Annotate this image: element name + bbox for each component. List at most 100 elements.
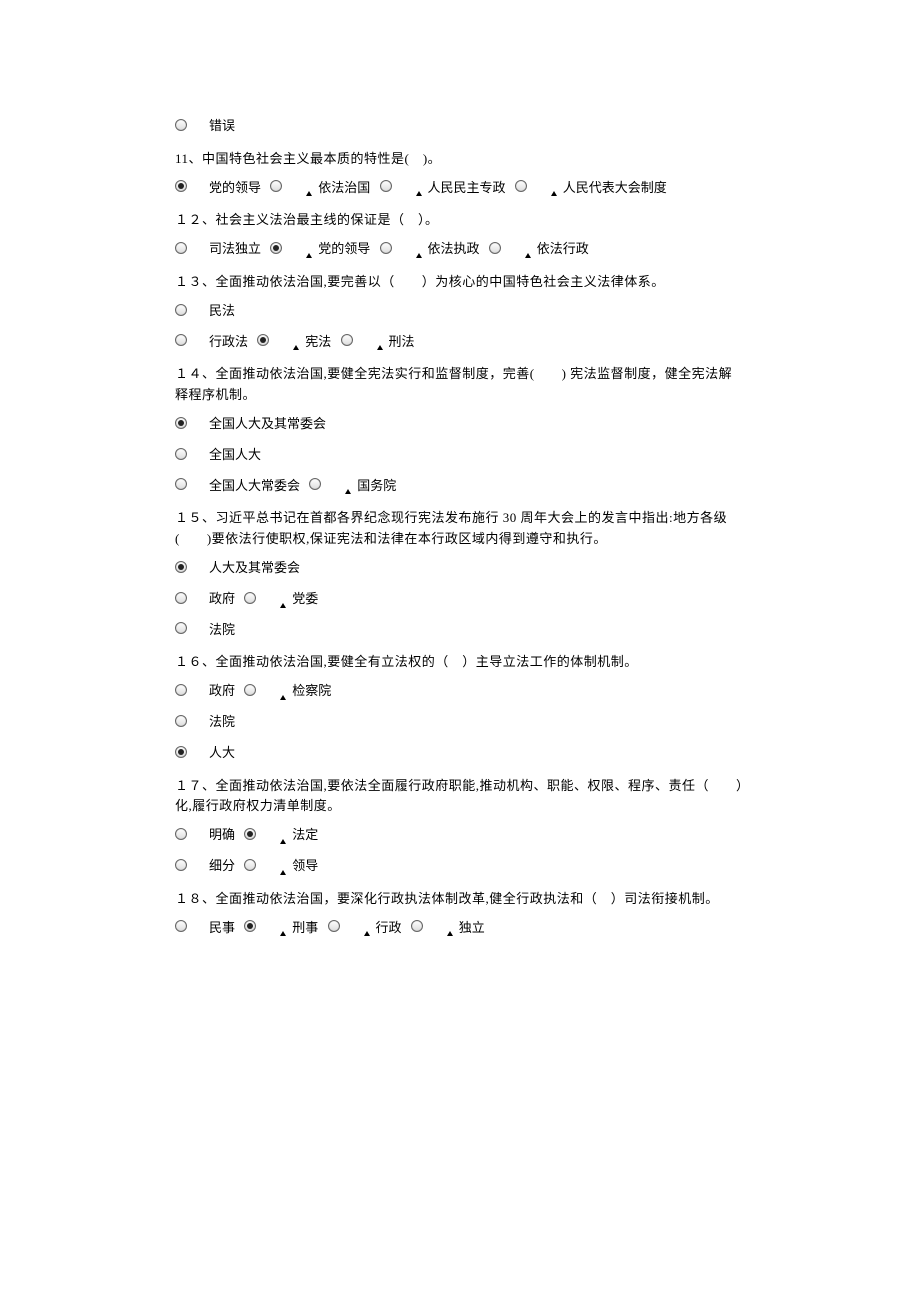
- opt-label: 人大: [209, 743, 235, 764]
- radio-icon: [175, 478, 187, 490]
- q17-text: １７、全面推动依法治国,要依法全面履行政府职能,推动机构、职能、权限、程序、责任…: [175, 776, 745, 818]
- q14-opt-a[interactable]: 全国人大及其常委会: [175, 414, 326, 435]
- opt-label: 明确: [209, 825, 235, 846]
- opt-label: 党的领导: [318, 239, 370, 260]
- opt-label: 国务院: [357, 476, 396, 497]
- q18-opt-c[interactable]: 行政: [328, 918, 402, 939]
- q12-opt-d[interactable]: 依法行政: [489, 239, 589, 260]
- q18-opt-d[interactable]: 独立: [411, 918, 485, 939]
- q15-row2: 政府 党委: [175, 589, 745, 610]
- opt-label: 依法行政: [537, 239, 589, 260]
- q10-opt-b[interactable]: 错误: [175, 116, 235, 137]
- radio-icon: [257, 334, 269, 346]
- q13-opt-b[interactable]: 行政法: [175, 332, 248, 353]
- q18-opt-b[interactable]: 刑事: [244, 918, 318, 939]
- q17-opt-b[interactable]: 法定: [244, 825, 318, 846]
- radio-icon: [175, 304, 187, 316]
- radio-icon: [411, 920, 423, 932]
- q18-text: １８、全面推动依法治国，要深化行政执法体制改革,健全行政执法和（ ）司法衔接机制…: [175, 889, 745, 910]
- opt-label: 党委: [292, 589, 318, 610]
- opt-label: 全国人大及其常委会: [209, 414, 326, 435]
- radio-icon: [175, 180, 187, 192]
- q16-opt-c[interactable]: 法院: [175, 712, 235, 733]
- q12-opt-b[interactable]: 党的领导: [270, 239, 370, 260]
- opt-label: 刑法: [389, 332, 415, 353]
- opt-label: 民法: [209, 301, 235, 322]
- opt-label: 司法独立: [209, 239, 261, 260]
- q15-opt-d[interactable]: 法院: [175, 620, 235, 641]
- radio-icon: [244, 828, 256, 840]
- q11-opt-a[interactable]: 党的领导: [175, 178, 261, 199]
- q16-opt-a[interactable]: 政府: [175, 681, 235, 702]
- q13-opt-a[interactable]: 民法: [175, 301, 235, 322]
- radio-icon: [175, 746, 187, 758]
- q18-opt-a[interactable]: 民事: [175, 918, 235, 939]
- q11-opt-d[interactable]: 人民代表大会制度: [515, 178, 667, 199]
- radio-icon: [244, 592, 256, 604]
- bullet-icon: [416, 253, 422, 258]
- radio-icon: [175, 920, 187, 932]
- radio-icon: [175, 592, 187, 604]
- opt-label: 法院: [209, 620, 235, 641]
- q16-opt-b[interactable]: 检察院: [244, 681, 331, 702]
- radio-icon: [270, 180, 282, 192]
- q16-opt-d[interactable]: 人大: [175, 743, 235, 764]
- q16-row2: 法院: [175, 712, 745, 733]
- opt-label: 全国人大常委会: [209, 476, 300, 497]
- q14-opt-d[interactable]: 国务院: [309, 476, 396, 497]
- radio-icon: [489, 242, 501, 254]
- q11-opt-b[interactable]: 依法治国: [270, 178, 370, 199]
- radio-icon: [175, 242, 187, 254]
- bullet-icon: [364, 931, 370, 936]
- radio-icon: [341, 334, 353, 346]
- bullet-icon: [280, 839, 286, 844]
- opt-label: 民事: [209, 918, 235, 939]
- q14-row3: 全国人大常委会 国务院: [175, 476, 745, 497]
- radio-icon: [175, 622, 187, 634]
- q17-opt-c[interactable]: 细分: [175, 856, 235, 877]
- q15-opt-b[interactable]: 政府: [175, 589, 235, 610]
- q16-row3: 人大: [175, 743, 745, 764]
- q12-opt-a[interactable]: 司法独立: [175, 239, 261, 260]
- q15-opt-c[interactable]: 党委: [244, 589, 318, 610]
- q15-opt-a[interactable]: 人大及其常委会: [175, 558, 300, 579]
- opt-label: 行政法: [209, 332, 248, 353]
- q14-row2: 全国人大: [175, 445, 745, 466]
- bullet-icon: [377, 345, 383, 350]
- radio-icon: [175, 715, 187, 727]
- bullet-icon: [447, 931, 453, 936]
- q11-options: 党的领导 依法治国 人民民主专政 人民代表大会制度: [175, 178, 745, 199]
- bullet-icon: [416, 191, 422, 196]
- q17-opt-d[interactable]: 领导: [244, 856, 318, 877]
- opt-label: 党的领导: [209, 178, 261, 199]
- radio-icon: [175, 859, 187, 871]
- opt-label: 细分: [209, 856, 235, 877]
- q15-row3: 法院: [175, 620, 745, 641]
- bullet-icon: [306, 191, 312, 196]
- q11-opt-c[interactable]: 人民民主专政: [380, 178, 506, 199]
- q13-opt-d[interactable]: 刑法: [341, 332, 415, 353]
- radio-icon: [175, 684, 187, 696]
- q13-row1: 民法: [175, 301, 745, 322]
- bullet-icon: [551, 191, 557, 196]
- bullet-icon: [280, 870, 286, 875]
- q12-opt-c[interactable]: 依法执政: [380, 239, 480, 260]
- q14-opt-b[interactable]: 全国人大: [175, 445, 261, 466]
- opt-label: 行政: [376, 918, 402, 939]
- q13-opt-c[interactable]: 宪法: [257, 332, 331, 353]
- q17-opt-a[interactable]: 明确: [175, 825, 235, 846]
- radio-icon: [380, 180, 392, 192]
- radio-icon: [309, 478, 321, 490]
- q12-options: 司法独立 党的领导 依法执政 依法行政: [175, 239, 745, 260]
- opt-label: 政府: [209, 681, 235, 702]
- q14-opt-c[interactable]: 全国人大常委会: [175, 476, 300, 497]
- bullet-icon: [280, 603, 286, 608]
- opt-label: 人大及其常委会: [209, 558, 300, 579]
- opt-label: 人民代表大会制度: [563, 178, 667, 199]
- opt-label: 政府: [209, 589, 235, 610]
- bullet-icon: [525, 253, 531, 258]
- opt-label: 全国人大: [209, 445, 261, 466]
- radio-icon: [175, 448, 187, 460]
- opt-label: 领导: [292, 856, 318, 877]
- radio-icon: [175, 417, 187, 429]
